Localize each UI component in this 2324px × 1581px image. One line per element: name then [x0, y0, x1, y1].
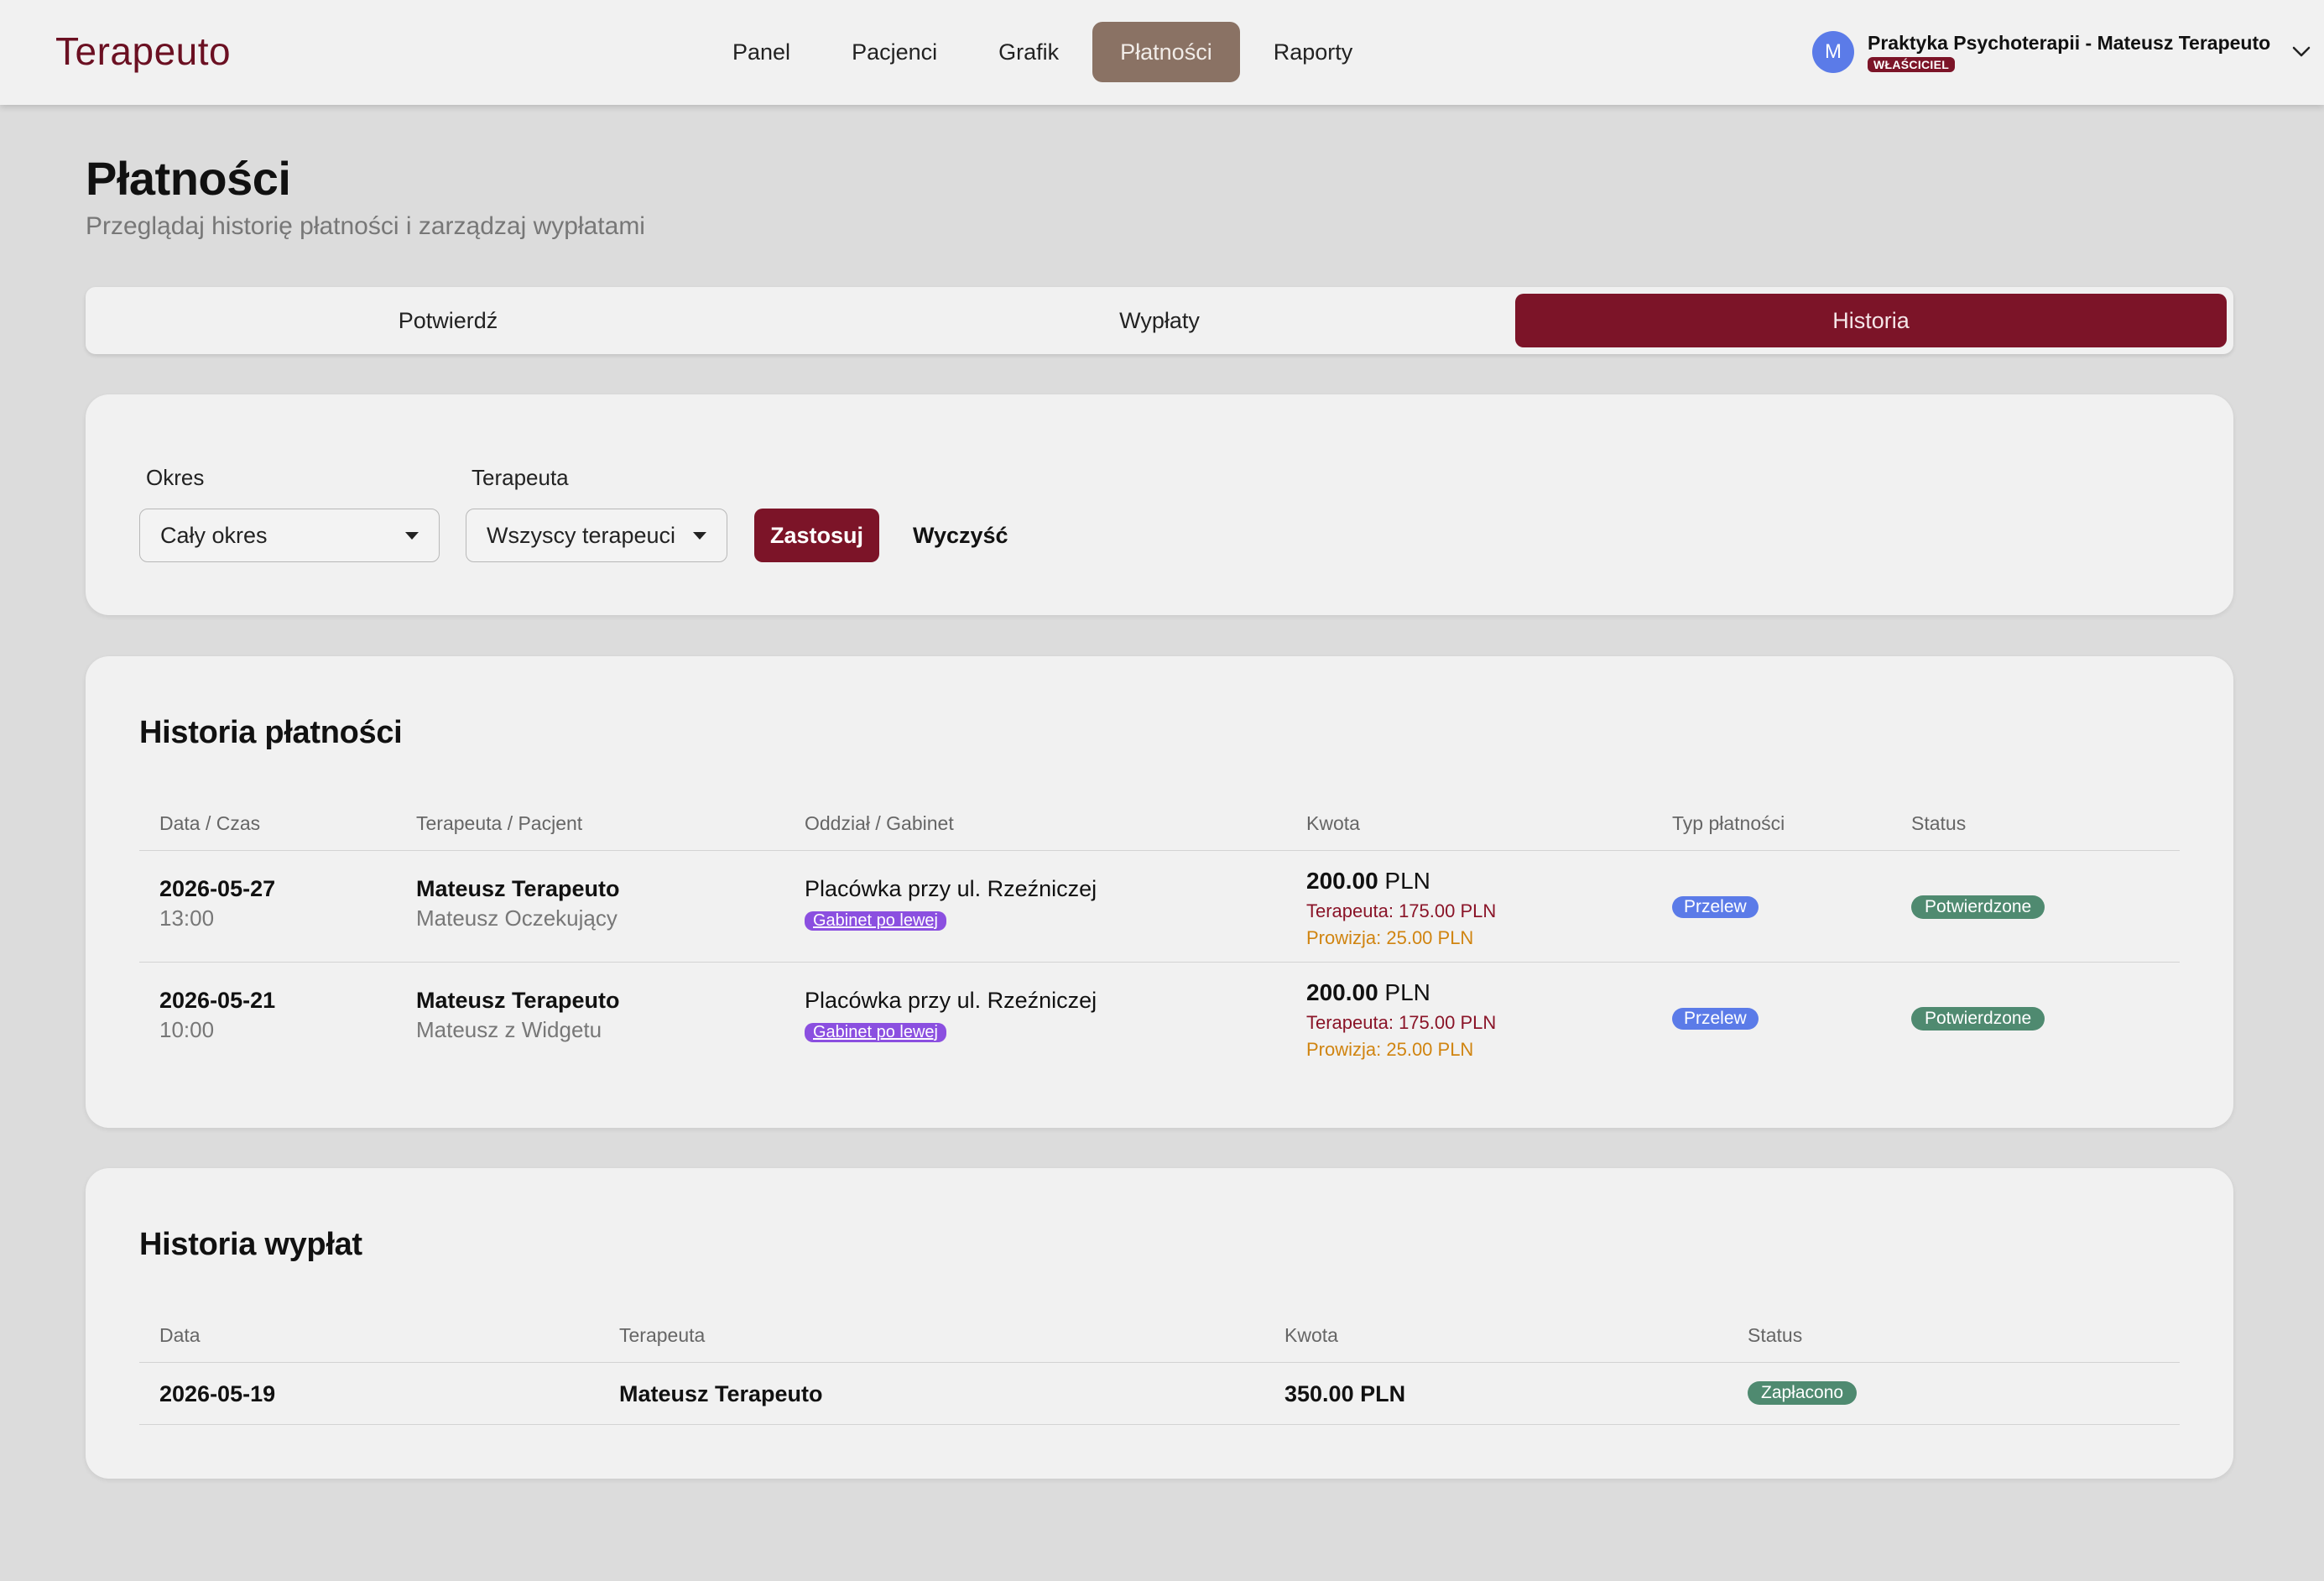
amount-value: 200.00 [1306, 979, 1378, 1005]
status-badge: Potwierdzone [1911, 895, 2045, 919]
payment-type-badge: Przelew [1672, 896, 1759, 918]
table-row[interactable]: 2026-05-21 10:00 Mateusz Terapeuto Mateu… [139, 963, 2180, 1074]
amount-currency: PLN [1384, 868, 1430, 894]
payout-date: 2026-05-19 [159, 1381, 276, 1406]
top-navbar: Terapeuto Panel Pacjenci Grafik Płatnośc… [0, 0, 2324, 105]
app-logo[interactable]: Terapeuto [55, 29, 231, 74]
patient-name: Mateusz Oczekujący [416, 905, 617, 931]
column-header: Data / Czas [159, 812, 261, 834]
payment-type-badge: Przelew [1672, 1008, 1759, 1030]
therapist-share: Terapeuta: 175.00 PLN [1306, 1012, 1497, 1033]
chevron-down-icon[interactable] [2292, 43, 2311, 61]
payouts-history-title: Historia wypłat [139, 1227, 362, 1262]
therapist-select[interactable]: Wszyscy terapeuci [466, 509, 727, 562]
apply-button[interactable]: Zastosuj [754, 509, 879, 562]
room-badge[interactable]: Gabinet po lewej [805, 911, 946, 931]
therapist-name: Mateusz Terapeuto [416, 876, 620, 901]
column-header: Kwota [1284, 1324, 1338, 1346]
nav-item-grafik[interactable]: Grafik [971, 22, 1086, 82]
payouts-table-header: Data Terapeuta Kwota Status [139, 1324, 2180, 1363]
column-header: Data [159, 1324, 201, 1346]
page-title: Płatności [86, 152, 291, 205]
amount-value: 200.00 [1306, 868, 1378, 894]
payouts-history-card: Historia wypłat Data Terapeuta Kwota Sta… [86, 1168, 2233, 1479]
tab-historia[interactable]: Historia [1515, 294, 2227, 347]
avatar: M [1812, 31, 1854, 73]
payments-table-header: Data / Czas Terapeuta / Pacjent Oddział … [139, 812, 2180, 851]
column-header: Kwota [1306, 812, 1360, 834]
nav-item-panel[interactable]: Panel [705, 22, 818, 82]
payments-history-card: Historia płatności Data / Czas Terapeuta… [86, 656, 2233, 1128]
branch-name: Placówka przy ul. Rzeźniczej [805, 876, 1097, 901]
payment-time: 10:00 [159, 1017, 215, 1042]
therapist-select-value: Wszyscy terapeuci [487, 522, 676, 548]
nav-item-raporty[interactable]: Raporty [1246, 22, 1381, 82]
period-select-value: Cały okres [160, 522, 268, 548]
tab-potwierdz[interactable]: Potwierdź [92, 294, 804, 347]
payment-date: 2026-05-21 [159, 988, 276, 1013]
payment-date: 2026-05-27 [159, 876, 276, 901]
caret-down-icon [405, 531, 419, 540]
caret-down-icon [693, 531, 706, 540]
table-row[interactable]: 2026-05-27 13:00 Mateusz Terapeuto Mateu… [139, 851, 2180, 963]
column-header: Status [1911, 812, 1967, 834]
period-select[interactable]: Cały okres [139, 509, 440, 562]
therapist-share: Terapeuta: 175.00 PLN [1306, 900, 1497, 921]
therapist-name: Mateusz Terapeuto [416, 988, 620, 1013]
table-row[interactable]: 2026-05-19 Mateusz Terapeuto 350.00 PLN … [139, 1363, 2180, 1425]
branch-name: Placówka przy ul. Rzeźniczej [805, 988, 1097, 1013]
payments-tabs: Potwierdź Wypłaty Historia [86, 287, 2233, 354]
nav-item-pacjenci[interactable]: Pacjenci [824, 22, 965, 82]
payout-amount: 350.00 PLN [1284, 1381, 1406, 1406]
column-header: Terapeuta / Pacjent [416, 812, 583, 834]
page-subtitle: Przeglądaj historię płatności i zarządza… [86, 212, 645, 240]
user-name: Praktyka Psychoterapii - Mateusz Terapeu… [1868, 32, 2271, 54]
column-header: Typ płatności [1672, 812, 1785, 834]
column-header: Terapeuta [619, 1324, 706, 1346]
amount-currency: PLN [1384, 979, 1430, 1005]
clear-button[interactable]: Wyczyść [913, 509, 1008, 562]
user-menu[interactable]: M Praktyka Psychoterapii - Mateusz Terap… [1812, 29, 2311, 76]
payout-therapist: Mateusz Terapeuto [619, 1381, 823, 1406]
period-label: Okres [146, 465, 205, 490]
role-badge: WŁAŚCICIEL [1868, 57, 1956, 72]
commission: Prowizja: 25.00 PLN [1306, 1039, 1474, 1060]
patient-name: Mateusz z Widgetu [416, 1017, 602, 1042]
payment-time: 13:00 [159, 905, 215, 931]
main-nav: Panel Pacjenci Grafik Płatności Raporty [705, 22, 1386, 82]
room-badge[interactable]: Gabinet po lewej [805, 1023, 946, 1042]
status-badge: Zapłacono [1748, 1381, 1858, 1405]
tab-wyplaty[interactable]: Wypłaty [804, 294, 1515, 347]
nav-item-platnosci[interactable]: Płatności [1092, 22, 1240, 82]
commission: Prowizja: 25.00 PLN [1306, 927, 1474, 948]
column-header: Status [1748, 1324, 1803, 1346]
column-header: Oddział / Gabinet [805, 812, 954, 834]
payments-history-title: Historia płatności [139, 715, 403, 750]
filters-card: Okres Cały okres Terapeuta Wszyscy terap… [86, 394, 2233, 615]
therapist-label: Terapeuta [472, 465, 569, 490]
status-badge: Potwierdzone [1911, 1007, 2045, 1031]
